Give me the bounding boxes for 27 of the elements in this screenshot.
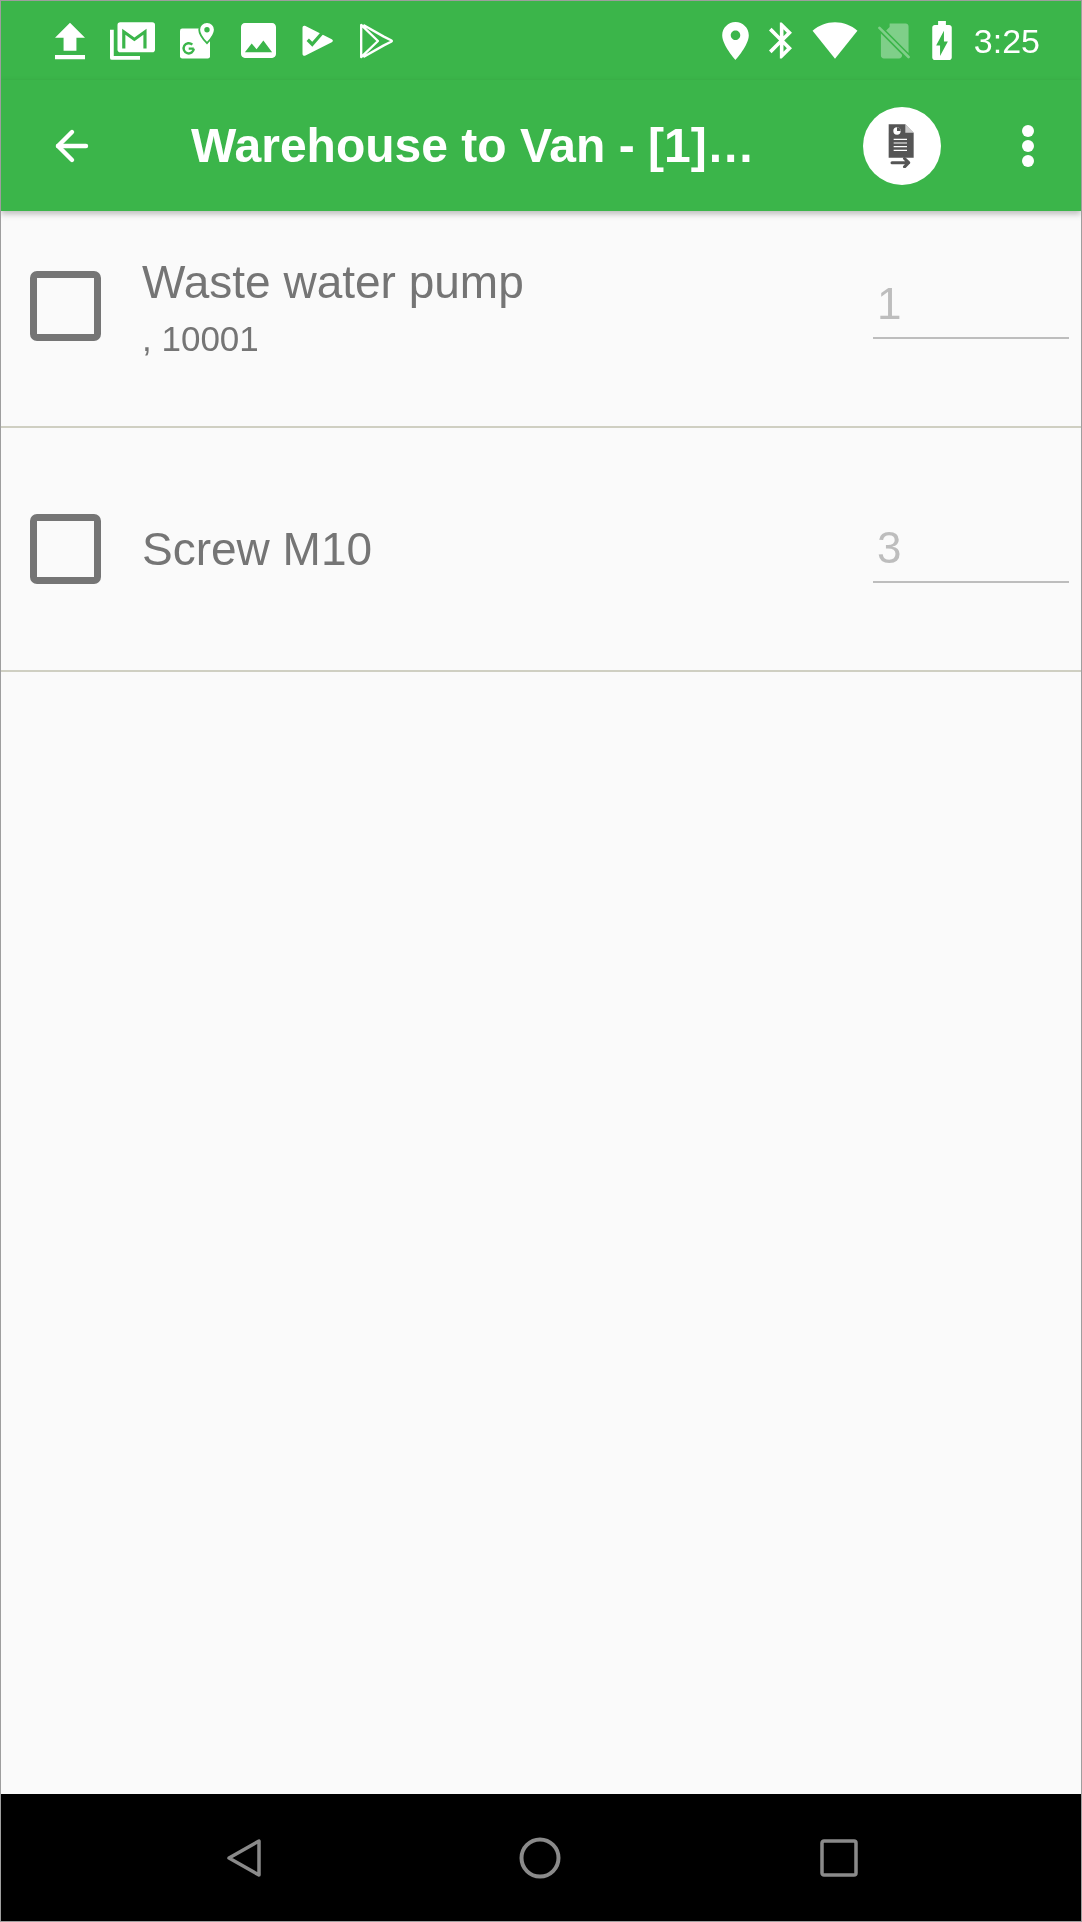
- home-circle-icon: [519, 1836, 561, 1879]
- screen-title: Warehouse to Van - [1]…: [191, 121, 755, 170]
- quantity-field[interactable]: 1: [873, 271, 1069, 339]
- battery-charging-icon: [929, 21, 954, 60]
- item-code: , 10001: [142, 319, 259, 359]
- item-row[interactable]: Screw M10 3: [1, 428, 1081, 672]
- no-sim-icon: [877, 22, 910, 59]
- image-icon: [241, 23, 276, 58]
- check-triangle-icon: [301, 23, 334, 58]
- document-arrow-icon: [887, 123, 917, 168]
- map-icon: [180, 21, 216, 60]
- play-triangle-icon: [359, 22, 394, 59]
- mail-stack-icon: [110, 21, 155, 60]
- status-time: 3:25: [973, 23, 1040, 58]
- location-pin-icon: [721, 21, 749, 60]
- more-options-icon: [1022, 124, 1034, 167]
- item-name: Screw M10: [142, 522, 373, 576]
- upload-icon: [55, 21, 85, 60]
- recents-square-icon: [820, 1838, 858, 1877]
- back-triangle-icon: [226, 1837, 262, 1878]
- checkbox[interactable]: [30, 514, 101, 584]
- bluetooth-icon: [768, 22, 792, 59]
- item-name: Waste water pump: [142, 255, 524, 309]
- wifi-icon: [811, 22, 858, 59]
- item-row[interactable]: Waste water pump , 10001 1: [1, 211, 1081, 428]
- checkbox[interactable]: [30, 271, 101, 341]
- quantity-field[interactable]: 3: [873, 515, 1069, 583]
